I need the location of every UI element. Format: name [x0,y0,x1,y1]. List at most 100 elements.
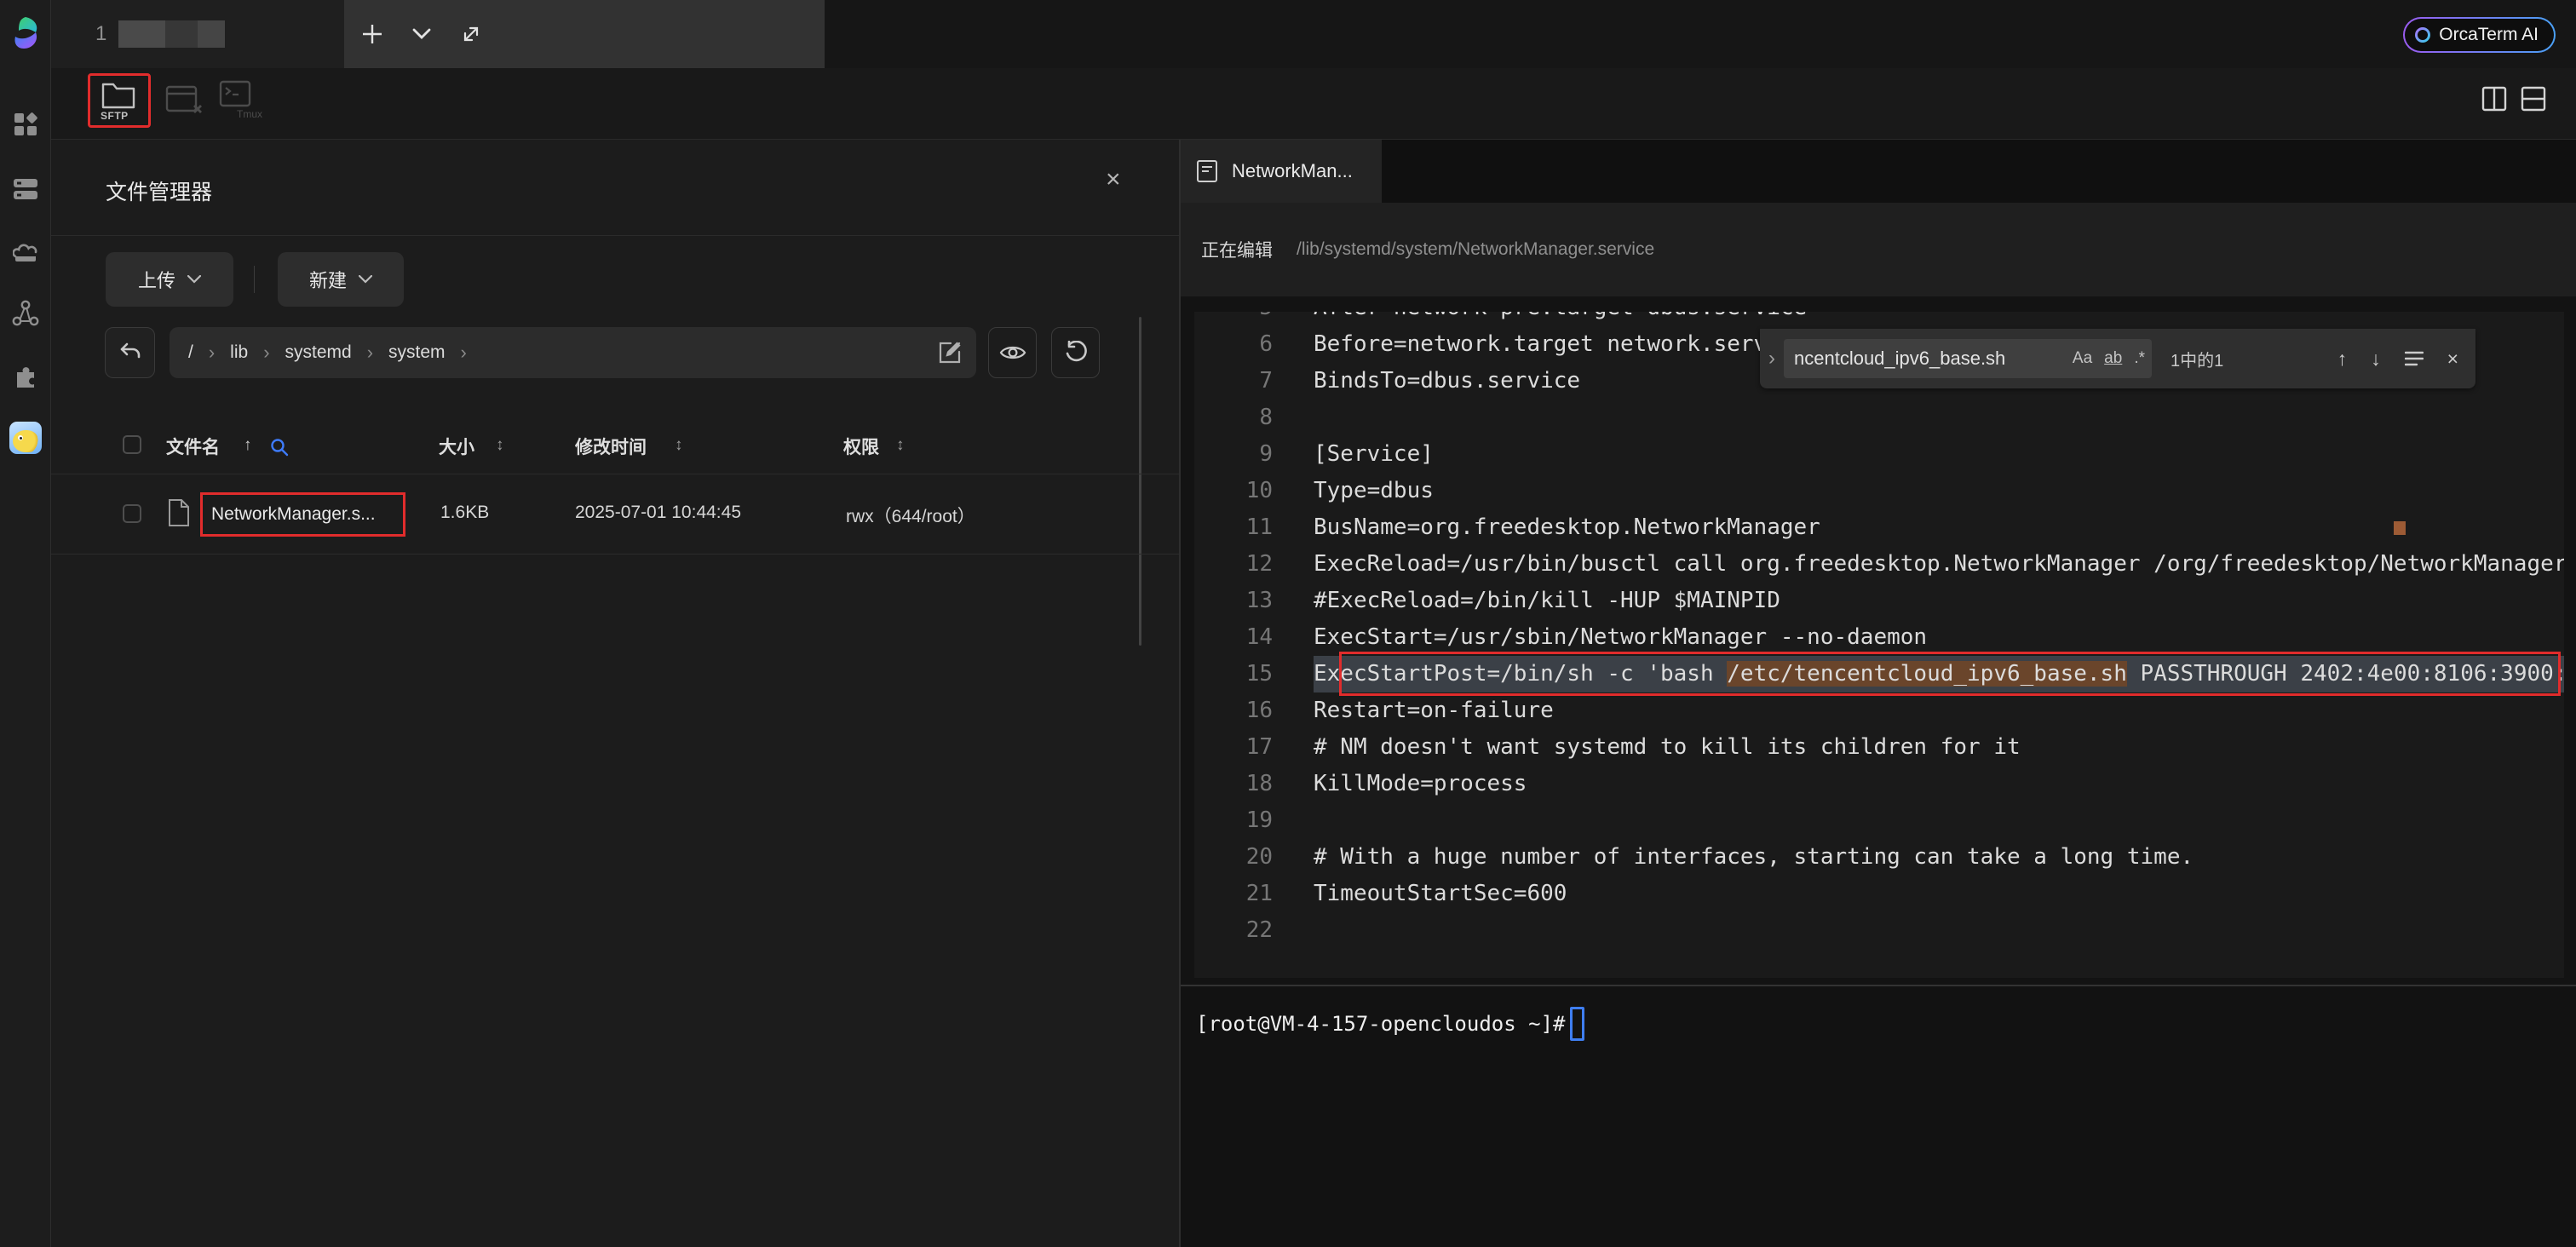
extensions-puzzle-icon[interactable] [13,363,38,388]
select-all-checkbox[interactable] [123,435,141,454]
line-number: 7 [1194,363,1279,399]
cloud-drive-icon[interactable] [13,238,38,263]
filename-search-icon[interactable] [269,437,290,457]
code-line[interactable]: 13#ExecReload=/bin/kill -HUP $MAINPID [1194,583,2564,619]
sort-asc-icon[interactable]: ↑ [244,436,252,455]
fullscreen-icon[interactable] [460,23,482,45]
breadcrumb-segment[interactable]: system [388,342,446,363]
sftp-file-manager-button[interactable]: SFTP [88,73,151,128]
line-text: # With a huge number of interfaces, star… [1314,839,2564,876]
refresh-button[interactable] [1051,327,1100,378]
line-number: 16 [1194,692,1279,729]
tab-number: 1 [95,22,106,46]
line-text: [Service] [1314,436,2564,473]
file-permissions: rwx（644/root） [846,503,975,528]
refresh-icon [1064,341,1088,365]
code-line[interactable]: 18KillMode=process [1194,766,2564,802]
breadcrumb-segment[interactable]: / [188,342,193,363]
add-tab-icon[interactable] [361,23,383,45]
whole-word-toggle[interactable]: ab [2104,349,2122,368]
new-label: 新建 [309,266,347,293]
file-name-annotated[interactable]: NetworkManager.s... [200,492,405,537]
code-editor[interactable]: 5After=network-pre.target dbus.service6B… [1194,312,2564,978]
app-avatar-icon[interactable] [9,422,42,454]
tmux-button[interactable]: Tmux [216,73,263,128]
column-permissions[interactable]: 权限 [843,434,879,459]
editor-tab-bar: NetworkMan... [1181,140,2576,203]
row-checkbox[interactable] [123,504,141,523]
code-line[interactable]: 17# NM doesn't want systemd to kill its … [1194,729,2564,766]
redacted-server-name [118,20,165,48]
left-sidebar [0,0,51,1247]
match-case-toggle[interactable]: Aa [2073,349,2092,368]
match-marker [2394,521,2406,535]
find-in-selection-icon[interactable] [2405,351,2424,366]
apps-grid-icon[interactable] [13,112,38,137]
tab-dropdown-icon[interactable] [412,28,431,40]
window-close-icon [164,82,204,119]
sort-updown-icon[interactable]: ↕ [675,436,683,455]
share-network-icon[interactable] [12,300,39,327]
show-hidden-files-button[interactable] [988,327,1037,378]
undo-arrow-icon [118,342,142,364]
editing-status-bar: 正在编辑 /lib/systemd/system/NetworkManager.… [1181,203,2576,296]
edit-path-icon[interactable] [937,340,963,365]
terminal-tab-1[interactable]: 1 [51,0,344,68]
line-text: ExecReload=/usr/bin/busctl call org.free… [1314,546,2564,583]
code-line[interactable]: 10Type=dbus [1194,473,2564,509]
orcaterm-ai-button[interactable]: OrcaTerm AI [2403,17,2556,53]
upload-button[interactable]: 上传 [106,252,233,307]
server-list-icon[interactable] [13,178,38,200]
terminal-area[interactable]: [root@VM-4-157-opencloudos ~]# [1181,986,2576,1247]
code-line[interactable]: 11BusName=org.freedesktop.NetworkManager [1194,509,2564,546]
line-number: 22 [1194,912,1279,949]
redacted-server-name [198,20,225,48]
find-close-icon[interactable]: × [2447,348,2458,371]
split-vertical-icon[interactable] [2481,85,2508,112]
breadcrumb-segment[interactable]: systemd [285,342,352,363]
close-panel-icon[interactable]: × [1106,165,1121,194]
find-next-icon[interactable]: ↓ [2371,348,2381,371]
column-modified[interactable]: 修改时间 [575,434,647,459]
top-bar: 1 OrcaTerm AI [51,0,2576,68]
ai-button-label: OrcaTerm AI [2439,25,2539,45]
eye-icon [999,342,1026,363]
code-line[interactable]: 16Restart=on-failure [1194,692,2564,729]
find-input[interactable]: ncentcloud_ipv6_base.sh Aa ab .* [1784,339,2152,378]
column-size[interactable]: 大小 [439,434,474,459]
tab-strip [344,0,825,68]
find-previous-icon[interactable]: ↑ [2337,348,2348,371]
line-number: 9 [1194,436,1279,473]
new-button[interactable]: 新建 [278,252,404,307]
column-filename[interactable]: 文件名 [166,434,220,459]
editor-tab-title: NetworkMan... [1232,160,1353,182]
line-number: 13 [1194,583,1279,619]
sort-updown-icon[interactable]: ↕ [496,436,504,455]
breadcrumb-segment[interactable]: lib [230,342,248,363]
find-expand-icon[interactable]: › [1768,347,1775,371]
code-line[interactable]: 20# With a huge number of interfaces, st… [1194,839,2564,876]
sftp-folder-icon: SFTP [101,79,138,122]
regex-toggle[interactable]: .* [2134,349,2145,368]
table-row[interactable]: NetworkManager.s... 1.6KB 2025-07-01 10:… [51,477,1179,554]
sort-updown-icon[interactable]: ↕ [896,436,905,455]
code-line[interactable]: 9 [Service] [1194,436,2564,473]
code-line[interactable]: 8 [1194,399,2564,436]
code-line[interactable]: 12ExecReload=/usr/bin/busctl call org.fr… [1194,546,2564,583]
editor-zone: 5After=network-pre.target dbus.service6B… [1181,296,2576,985]
code-line[interactable]: 19 [1194,802,2564,839]
code-line[interactable]: 5After=network-pre.target dbus.service [1194,312,2564,326]
code-line[interactable]: 21TimeoutStartSec=600 [1194,876,2564,912]
close-session-button[interactable] [162,73,206,128]
orcaterm-logo-icon[interactable] [9,15,42,51]
code-line[interactable]: 15ExecStartPost=/bin/sh -c 'bash /etc/te… [1194,656,2564,692]
code-line[interactable]: 14ExecStart=/usr/sbin/NetworkManager --n… [1194,619,2564,656]
file-modified: 2025-07-01 10:44:45 [575,503,741,523]
editor-tab-networkmanager[interactable]: NetworkMan... [1181,140,1382,203]
redacted-server-name [165,20,198,48]
code-line[interactable]: 22 [1194,912,2564,949]
back-button[interactable] [105,327,155,378]
terminal-prompt: [root@VM-4-157-opencloudos ~]# [1196,1012,1565,1036]
breadcrumb-bar[interactable]: /›lib›systemd›system› [170,327,976,378]
split-horizontal-icon[interactable] [2520,85,2547,112]
